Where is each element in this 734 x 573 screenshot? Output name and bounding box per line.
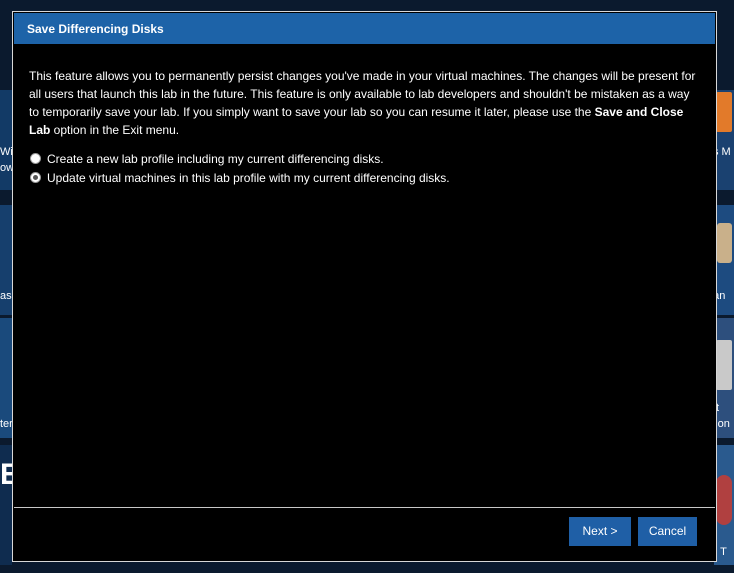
background-tile: [0, 90, 12, 190]
background-tile: [714, 90, 734, 190]
footer-divider: [14, 507, 715, 508]
app-icon: [716, 340, 732, 390]
option-label: Update virtual machines in this lab prof…: [47, 170, 450, 185]
next-button[interactable]: Next >: [569, 517, 631, 546]
cancel-button[interactable]: Cancel: [638, 517, 697, 546]
background-label: ter: [0, 418, 13, 430]
dialog-title: Save Differencing Disks: [14, 13, 715, 44]
description-text-end: option in the Exit menu.: [50, 123, 180, 137]
dialog-description: This feature allows you to permanently p…: [29, 67, 696, 139]
radio-button[interactable]: [30, 153, 41, 164]
radio-button-selected[interactable]: [30, 172, 41, 183]
app-icon: [717, 223, 732, 263]
option-update-current-profile[interactable]: Update virtual machines in this lab prof…: [29, 168, 696, 187]
option-create-new-profile[interactable]: Create a new lab profile including my cu…: [29, 149, 696, 168]
app-icon: [716, 475, 732, 525]
dialog-content: This feature allows you to permanently p…: [29, 67, 696, 187]
option-label: Create a new lab profile including my cu…: [47, 151, 384, 166]
save-differencing-disks-dialog: Save Differencing Disks This feature all…: [12, 11, 717, 562]
app-icon: [716, 92, 732, 132]
